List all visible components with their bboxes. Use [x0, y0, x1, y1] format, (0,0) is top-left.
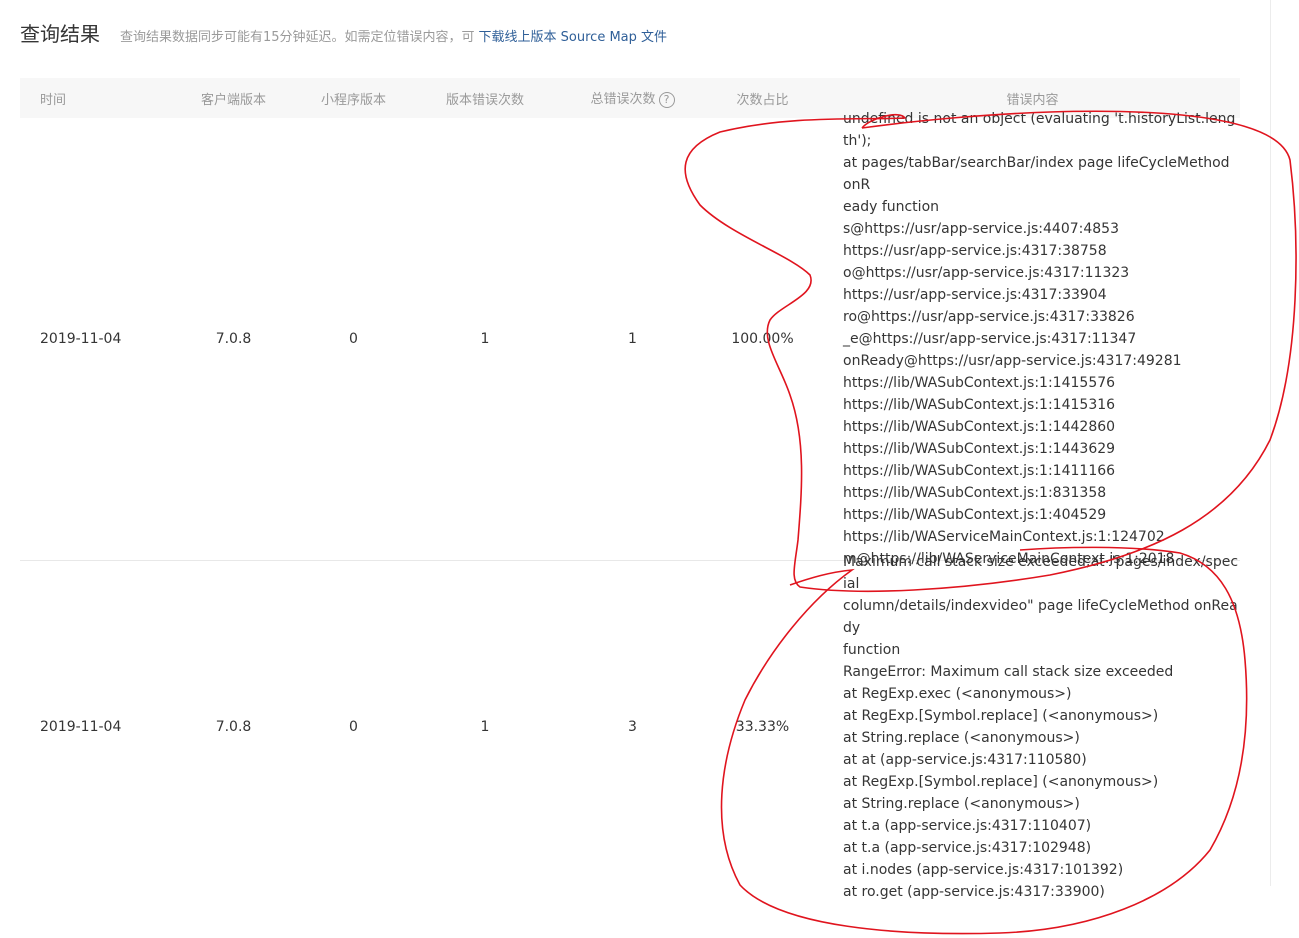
result-header: 查询结果 查询结果数据同步可能有15分钟延迟。如需定位错误内容，可 下载线上版本… — [20, 18, 667, 48]
error-line: https://usr/app-service.js:4317:38758 — [843, 243, 1107, 259]
error-line: s@https://usr/app-service.js:4407:4853 — [843, 221, 1119, 237]
error-line: https://lib/WAServiceMainContext.js:1:12… — [843, 529, 1165, 545]
page-title: 查询结果 — [20, 22, 100, 46]
error-line: https://lib/WASubContext.js:1:1442860 — [843, 419, 1116, 435]
error-line: at pages/tabBar/searchBar/index page lif… — [843, 155, 1230, 193]
col-total-errors-label: 总错误次数 — [590, 92, 656, 108]
col-time: 时间 — [40, 92, 67, 108]
cell-version-errors: 1 — [480, 719, 490, 735]
error-line: onReady@https://usr/app-service.js:4317:… — [843, 353, 1182, 369]
cell-client-version: 7.0.8 — [215, 331, 252, 347]
cell-time: 2019-11-04 — [40, 719, 122, 735]
delay-notice: 查询结果数据同步可能有15分钟延迟。如需定位错误内容，可 — [120, 30, 475, 45]
col-ratio: 次数占比 — [736, 92, 789, 108]
cell-miniprogram-version: 0 — [349, 719, 358, 735]
error-line: https://lib/WASubContext.js:1:404529 — [843, 507, 1107, 523]
error-line: at at (app-service.js:4317:110580) — [843, 752, 1087, 768]
error-line: ro@https://usr/app-service.js:4317:33826 — [843, 309, 1135, 325]
error-line: RangeError: Maximum call stack size exce… — [843, 664, 1174, 680]
table-row: 2019-11-04 7.0.8 0 1 3 33.33% Maximum ca… — [20, 554, 1240, 900]
right-rail — [1270, 0, 1299, 886]
error-line: _e@https://usr/app-service.js:4317:11347 — [843, 331, 1137, 347]
error-line: at i.nodes (app-service.js:4317:101392) — [843, 862, 1124, 878]
cell-error-content: undefined is not an object (evaluating '… — [825, 108, 1240, 570]
error-line: column/details/indexvideo" page lifeCycl… — [843, 598, 1238, 636]
error-line: at RegExp.[Symbol.replace] (<anonymous>) — [843, 708, 1159, 724]
error-line: undefined is not an object (evaluating '… — [843, 111, 1236, 149]
error-line: https://lib/WASubContext.js:1:1415576 — [843, 375, 1116, 391]
col-version-errors: 版本错误次数 — [445, 92, 524, 108]
error-line: https://usr/app-service.js:4317:33904 — [843, 287, 1107, 303]
cell-version-errors: 1 — [480, 331, 490, 347]
error-line: at String.replace (<anonymous>) — [843, 730, 1080, 746]
cell-error-content: Maximum call stack size exceeded;at "pag… — [825, 551, 1240, 903]
error-line: at ro.get (app-service.js:4317:33900) — [843, 884, 1105, 900]
error-table: 时间 客户端版本 小程序版本 版本错误次数 总错误次数? 次数占比 错误内容 2… — [20, 78, 1240, 900]
error-line: Maximum call stack size exceeded;at "pag… — [843, 554, 1239, 592]
error-line: function — [843, 642, 901, 658]
col-client-version: 客户端版本 — [200, 92, 266, 108]
cell-ratio: 33.33% — [735, 719, 790, 735]
cell-ratio: 100.00% — [731, 331, 794, 347]
error-line: https://lib/WASubContext.js:1:1443629 — [843, 441, 1116, 457]
error-line: https://lib/WASubContext.js:1:1415316 — [843, 397, 1116, 413]
download-sourcemap-link[interactable]: 下载线上版本 Source Map 文件 — [479, 26, 667, 45]
cell-time: 2019-11-04 — [40, 331, 122, 347]
cell-total-errors: 1 — [628, 331, 637, 347]
error-line: at t.a (app-service.js:4317:110407) — [843, 818, 1092, 834]
cell-client-version: 7.0.8 — [215, 719, 252, 735]
error-line: eady function — [843, 199, 940, 215]
error-line: o@https://usr/app-service.js:4317:11323 — [843, 265, 1130, 281]
error-line: at t.a (app-service.js:4317:102948) — [843, 840, 1092, 856]
cell-miniprogram-version: 0 — [349, 331, 358, 347]
table-row: 2019-11-04 7.0.8 0 1 1 100.00% undefined… — [20, 111, 1240, 567]
col-total-errors: 总错误次数? — [565, 88, 700, 108]
col-miniprogram-version: 小程序版本 — [320, 92, 386, 108]
error-line: at String.replace (<anonymous>) — [843, 796, 1080, 812]
error-line: https://lib/WASubContext.js:1:1411166 — [843, 463, 1116, 479]
help-icon[interactable]: ? — [658, 91, 675, 108]
error-line: at RegExp.[Symbol.replace] (<anonymous>) — [843, 774, 1159, 790]
col-content: 错误内容 — [1006, 92, 1059, 108]
cell-total-errors: 3 — [628, 719, 637, 735]
error-line: https://lib/WASubContext.js:1:831358 — [843, 485, 1107, 501]
error-line: at RegExp.exec (<anonymous>) — [843, 686, 1072, 702]
